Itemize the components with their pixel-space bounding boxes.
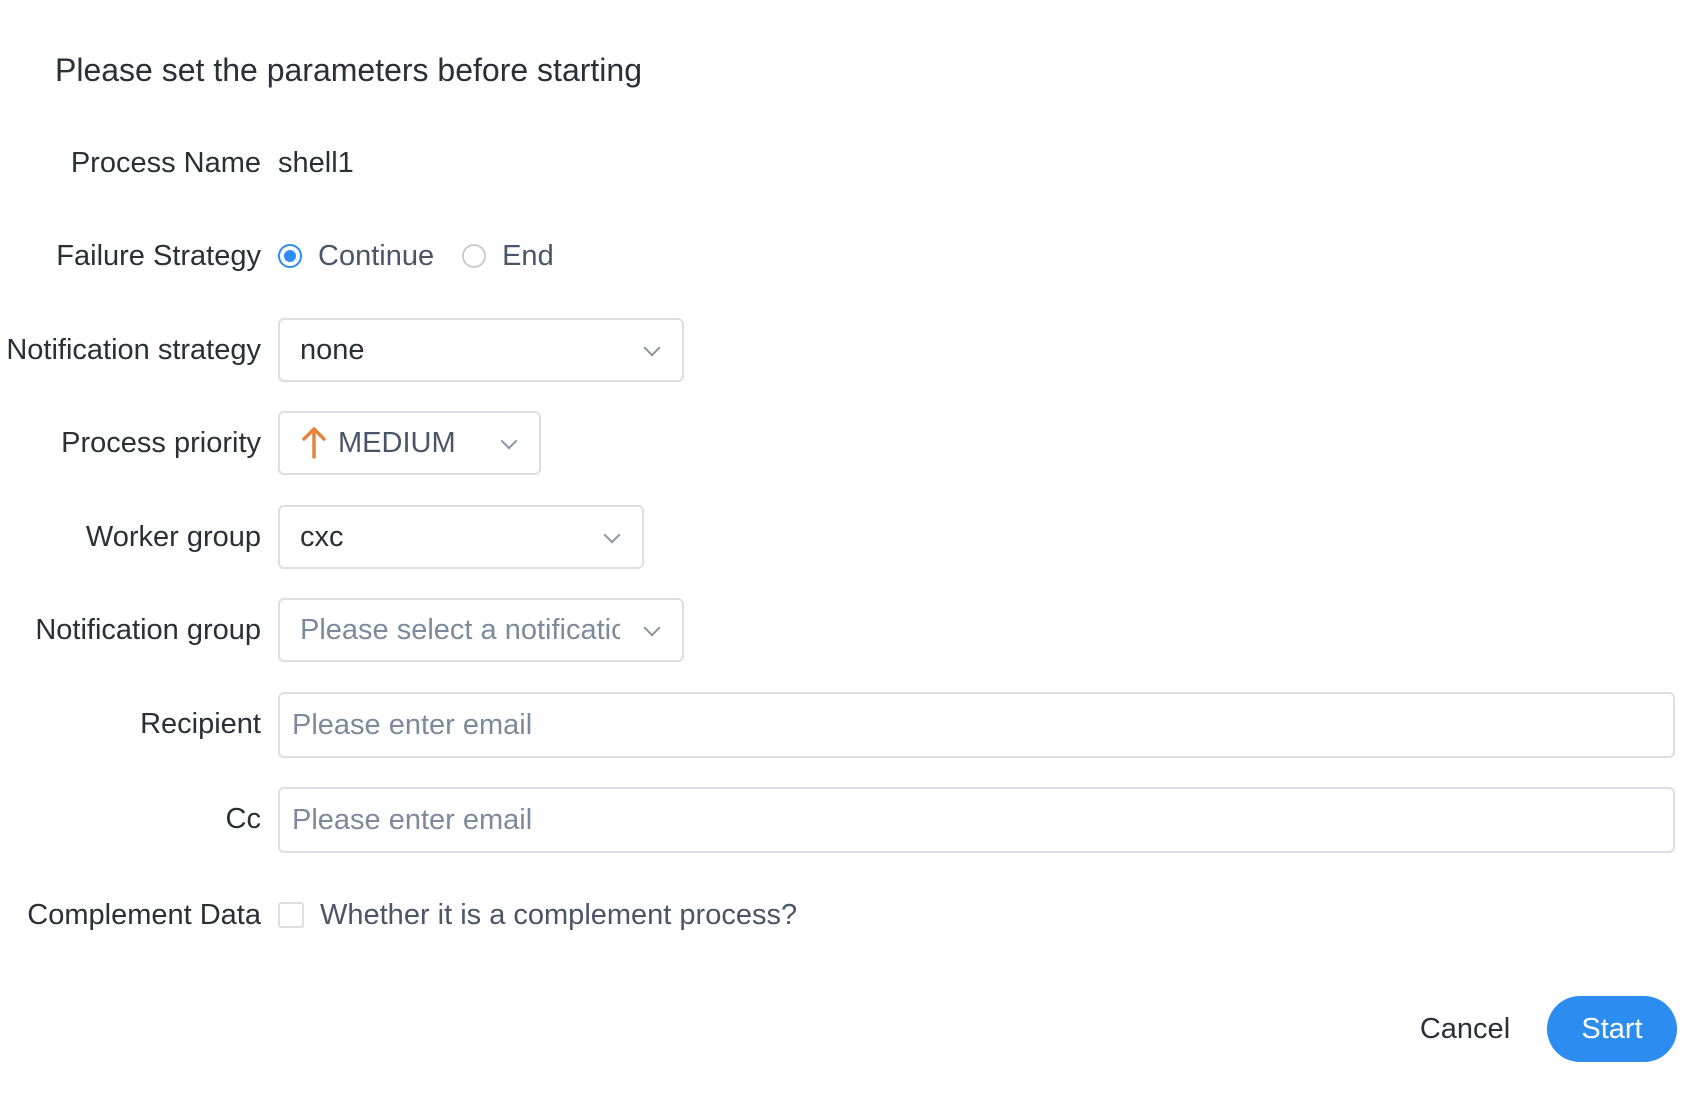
radio-end[interactable]: End [462, 240, 554, 273]
cc-row: Cc [0, 787, 1706, 853]
worker-group-value: cxc [300, 520, 344, 553]
process-priority-select[interactable]: MEDIUM [278, 411, 541, 475]
chevron-down-icon [500, 432, 518, 450]
radio-continue[interactable]: Continue [278, 240, 434, 273]
radio-continue-label[interactable]: Continue [318, 240, 434, 273]
start-button[interactable]: Start [1547, 996, 1677, 1062]
arrow-up-icon [300, 425, 328, 461]
worker-group-label: Worker group [85, 521, 261, 553]
process-priority-value: MEDIUM [338, 426, 456, 459]
cc-email-input[interactable] [278, 787, 1675, 853]
notification-group-label: Notification group [35, 614, 261, 646]
process-name-value: shell1 [278, 146, 354, 179]
complement-data-label: Complement Data [27, 899, 261, 931]
chevron-down-icon [603, 526, 621, 544]
notification-group-select[interactable]: Please select a notificatic [278, 598, 684, 662]
chevron-down-icon [643, 619, 661, 637]
recipient-row: Recipient [0, 692, 1706, 758]
dialog-title: Please set the parameters before startin… [55, 52, 642, 88]
notification-group-placeholder: Please select a notificatic [300, 613, 620, 646]
cc-label: Cc [225, 803, 261, 835]
notification-strategy-value: none [300, 333, 365, 366]
recipient-label: Recipient [140, 708, 261, 740]
process-priority-label: Process priority [61, 427, 261, 459]
process-name-label: Process Name [70, 147, 261, 179]
recipient-email-input[interactable] [278, 692, 1675, 758]
process-priority-row: Process priority MEDIUM [0, 411, 1706, 475]
complement-data-row: Complement Data Whether it is a compleme… [0, 883, 1706, 947]
complement-process-checkbox[interactable] [278, 902, 304, 928]
worker-group-row: Worker group cxc [0, 505, 1706, 569]
radio-end-label[interactable]: End [502, 240, 554, 273]
failure-strategy-label: Failure Strategy [56, 240, 261, 272]
process-name-row: Process Name shell1 [0, 131, 1706, 195]
radio-continue-indicator[interactable] [278, 244, 302, 268]
notification-strategy-label: Notification strategy [6, 334, 261, 366]
failure-strategy-row: Failure Strategy Continue End [0, 224, 1706, 288]
worker-group-select[interactable]: cxc [278, 505, 644, 569]
complement-process-checkbox-label[interactable]: Whether it is a complement process? [320, 899, 797, 932]
cancel-button[interactable]: Cancel [1400, 996, 1530, 1062]
notification-group-row: Notification group Please select a notif… [0, 598, 1706, 662]
failure-strategy-radio-group: Continue End [278, 224, 582, 288]
notification-strategy-select[interactable]: none [278, 318, 684, 382]
radio-end-indicator[interactable] [462, 244, 487, 268]
notification-strategy-row: Notification strategy none [0, 318, 1706, 382]
chevron-down-icon [643, 339, 661, 357]
